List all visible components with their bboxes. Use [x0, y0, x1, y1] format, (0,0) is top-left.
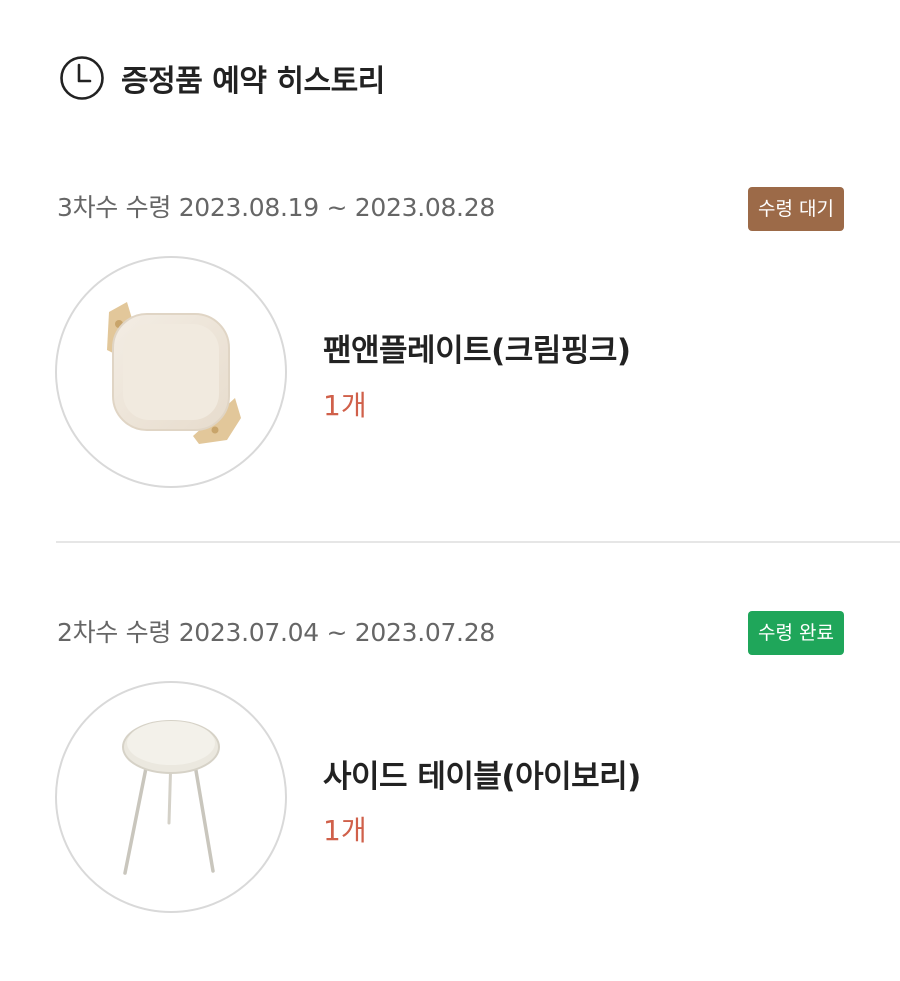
- history-item[interactable]: 3차수 수령 2023.08.19 ~ 2023.08.28 수령 대기 팬앤플…: [0, 0, 900, 540]
- product-quantity: 1개: [323, 389, 367, 422]
- side-table-image: [122, 720, 220, 875]
- pickup-period: 3차수 수령 2023.08.19 ~ 2023.08.28: [57, 193, 495, 222]
- status-badge: 수령 완료: [748, 611, 844, 655]
- pickup-period: 2차수 수령 2023.07.04 ~ 2023.07.28: [57, 618, 495, 647]
- status-badge: 수령 대기: [748, 187, 844, 231]
- product-thumbnail[interactable]: [55, 681, 287, 913]
- product-thumbnail[interactable]: [55, 256, 287, 488]
- product-name[interactable]: 사이드 테이블(아이보리): [323, 751, 641, 796]
- product-quantity: 1개: [323, 814, 367, 847]
- product-name[interactable]: 팬앤플레이트(크림핑크): [323, 325, 631, 370]
- plate-image: [107, 302, 241, 444]
- history-item[interactable]: 2차수 수령 2023.07.04 ~ 2023.07.28 수령 완료 사이드…: [0, 543, 900, 981]
